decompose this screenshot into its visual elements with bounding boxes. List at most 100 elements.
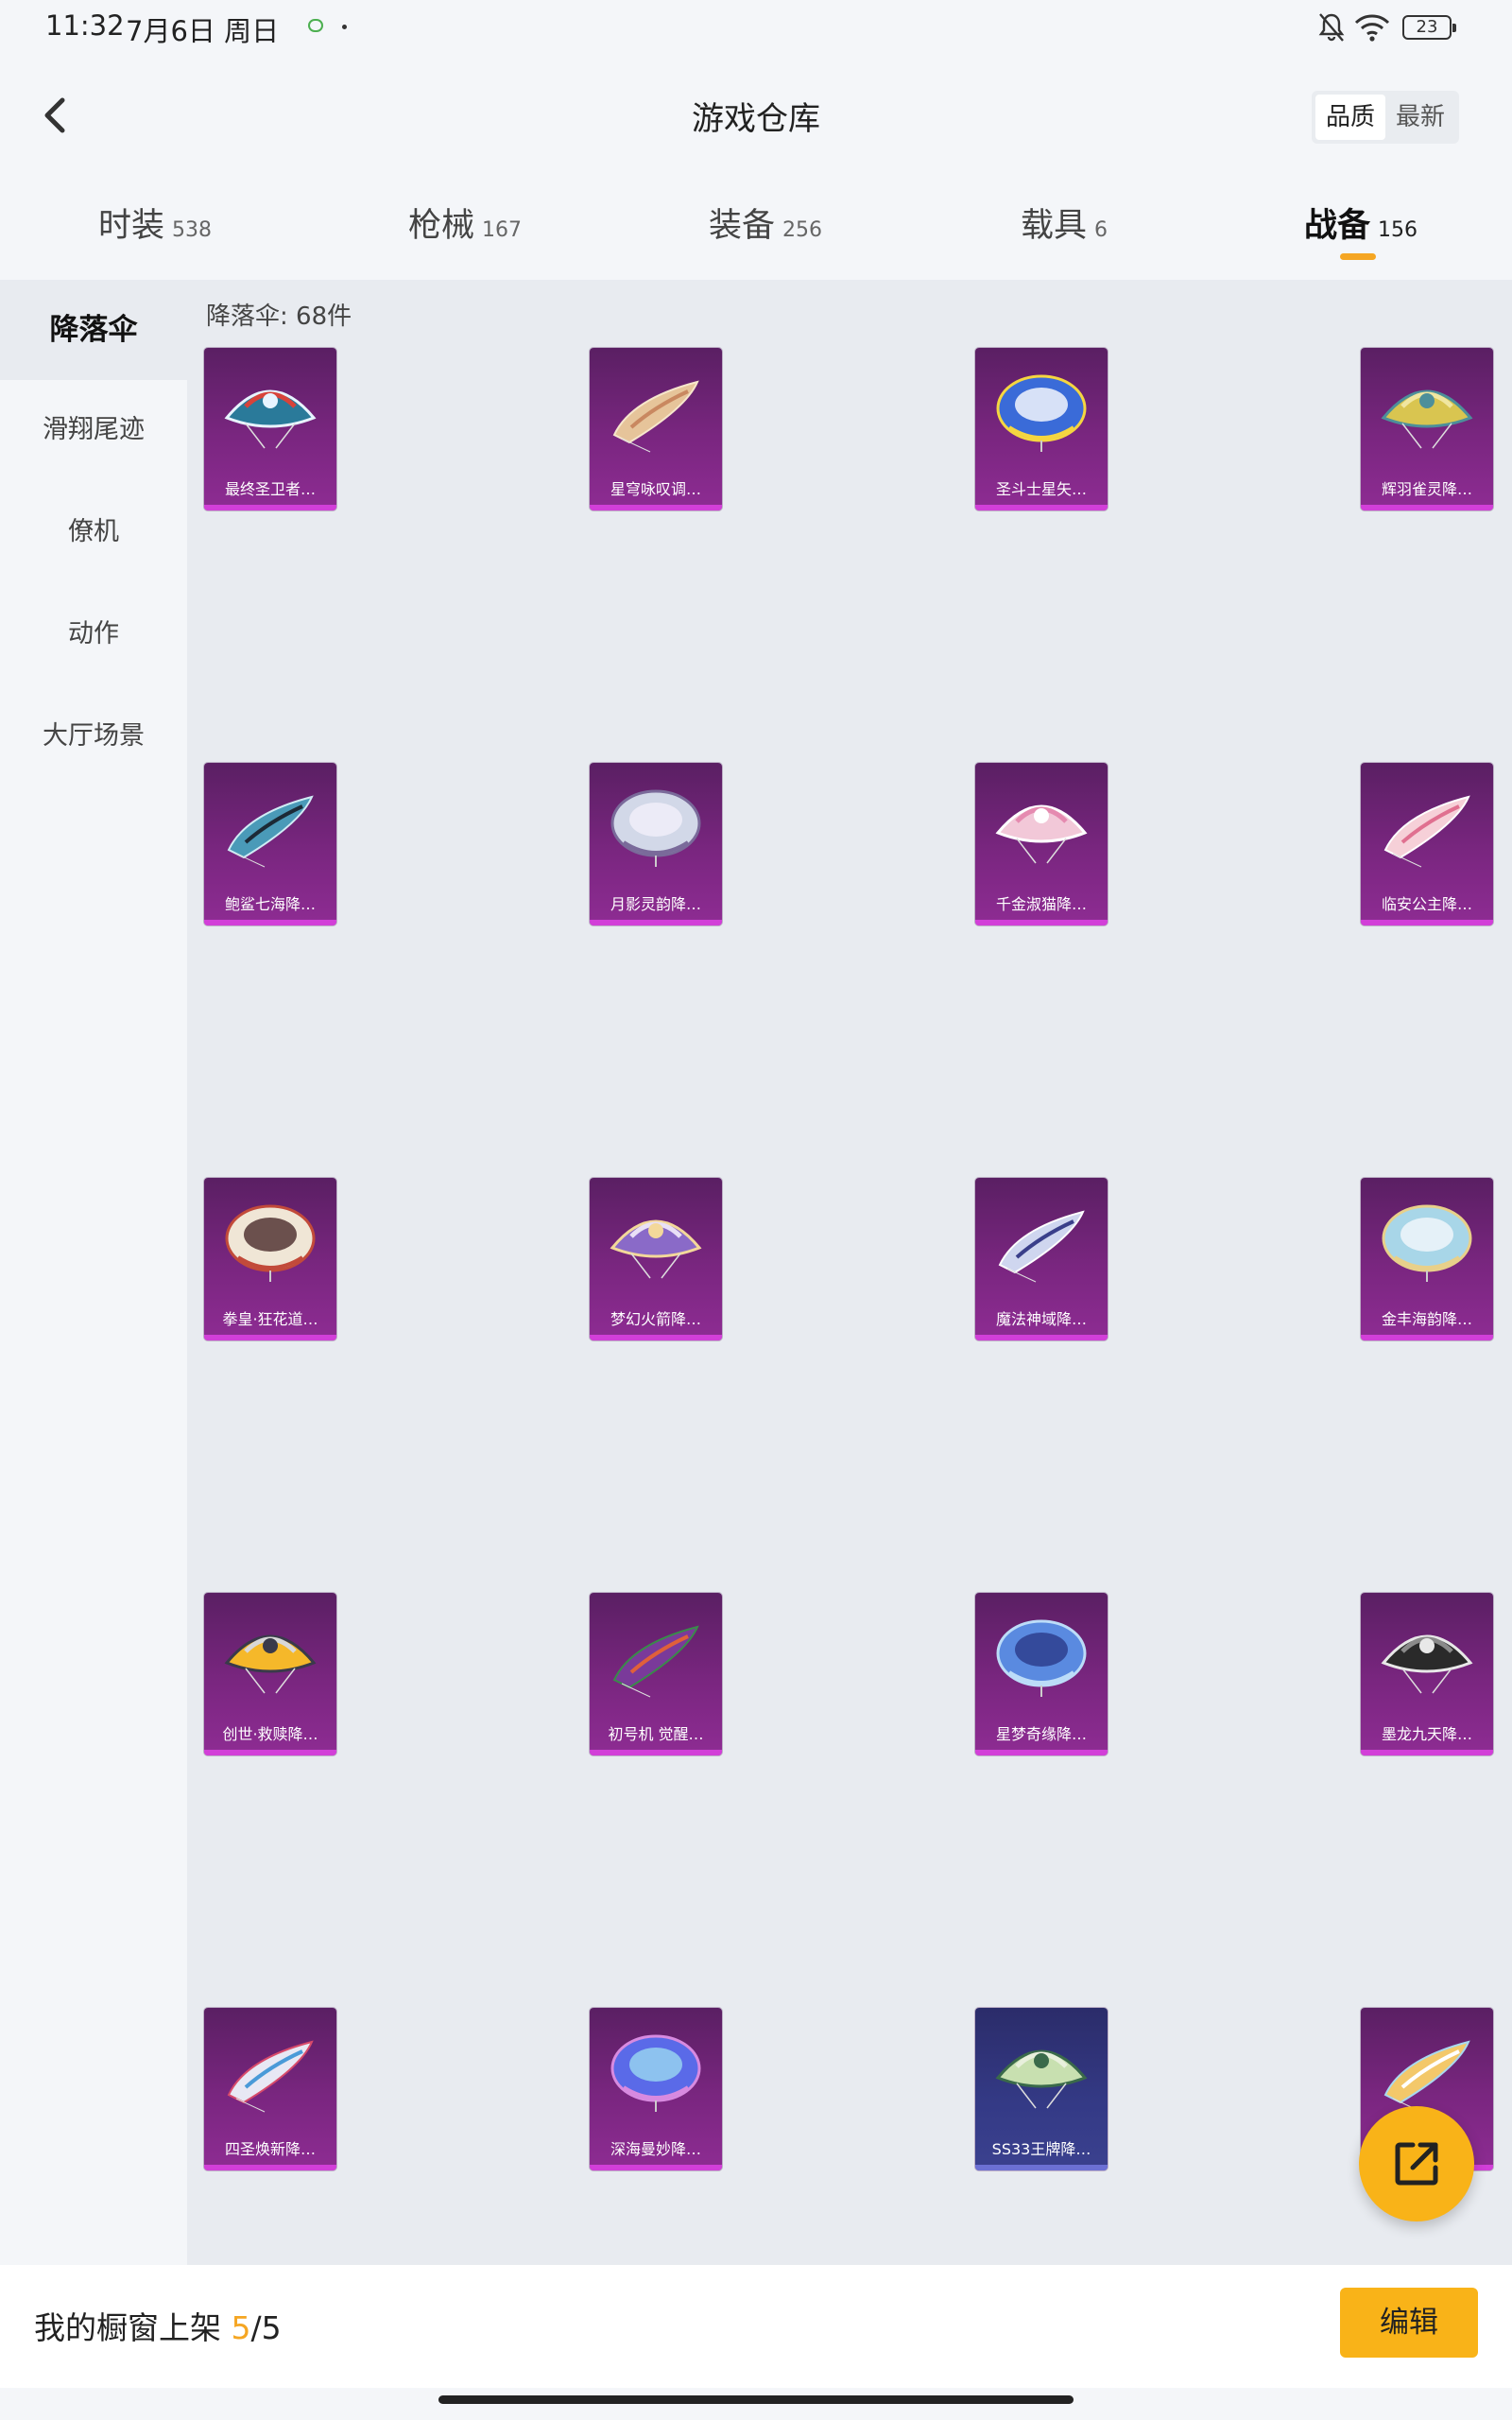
sidebar-item-wingman[interactable]: 僚机 (0, 482, 187, 582)
item-card[interactable]: 星梦奇缘降… (975, 1593, 1108, 1755)
parachute-image (225, 1204, 316, 1282)
status-time: 11:32 (45, 9, 125, 42)
item-card[interactable]: 魔法神域降… (975, 1178, 1108, 1340)
parachute-image (998, 1210, 1085, 1283)
share-icon (1395, 2142, 1438, 2186)
item-name: 初号机 觉醒… (608, 1725, 704, 1743)
parachute-image (224, 1634, 317, 1694)
item-card[interactable]: 拳皇·狂花道… (204, 1178, 336, 1340)
item-name: 月影灵韵降… (610, 895, 701, 913)
tab-label: 装备 (709, 207, 776, 245)
tab-outfits[interactable]: 时装 538 (98, 199, 212, 261)
parachute-image (610, 2034, 701, 2112)
wifi-icon (1354, 14, 1390, 42)
status-date: 7月6日 周日 (126, 15, 280, 47)
wechat-icon (308, 19, 323, 32)
item-card[interactable]: 四圣焕新降… (204, 2008, 336, 2170)
parachute-image (995, 804, 1088, 864)
showcase-bar: 我的橱窗上架 5/5 编辑 (0, 2265, 1512, 2388)
tab-label: 枪械 (408, 207, 475, 245)
item-name: 辉羽雀灵降… (1381, 480, 1472, 498)
bell-muted-icon (1318, 13, 1345, 42)
item-name: 创世·救赎降… (222, 1725, 318, 1743)
item-name: 深海曼妙降… (610, 2140, 701, 2158)
page-title: 游戏仓库 (692, 100, 820, 138)
tab-label: 时装 (98, 207, 165, 245)
tab-count: 6 (1094, 218, 1108, 242)
share-button[interactable] (1359, 2106, 1474, 2221)
item-card[interactable]: 星穹咏叹调… (590, 348, 722, 510)
notification-dot-icon (342, 25, 347, 29)
parachute-image (227, 2040, 314, 2113)
sidebar-item-glide-trail[interactable]: 滑翔尾迹 (0, 380, 187, 480)
item-card[interactable]: 金丰海韵降… (1361, 1178, 1493, 1340)
item-grid-panel: 降落伞: 68件 最终圣卫者… 星穹咏叹调… 圣斗士星矢… 辉羽雀灵降… 鲍鲨七… (187, 280, 1512, 2265)
sidebar-item-lobby-scene[interactable]: 大厅场景 (0, 686, 187, 786)
item-card[interactable]: 深海曼妙降… (590, 2008, 722, 2170)
tab-vehicles[interactable]: 载具 6 (1021, 199, 1108, 261)
tab-label: 战备 (1304, 207, 1371, 245)
tab-count: 167 (482, 218, 523, 242)
item-name: 千金淑猫降… (995, 895, 1087, 913)
item-name: SS33王牌降… (991, 2140, 1091, 2158)
active-tab-indicator (1340, 253, 1376, 260)
sort-latest-option[interactable]: 最新 (1385, 95, 1455, 140)
item-card[interactable]: 创世·救赎降… (204, 1593, 336, 1755)
item-name: 墨龙九天降… (1381, 1725, 1472, 1743)
edit-button[interactable]: 编辑 (1340, 2288, 1478, 2358)
parachute-image (996, 1619, 1087, 1697)
parachute-image (996, 374, 1087, 452)
back-icon[interactable] (32, 85, 85, 146)
parachute-image (612, 1625, 699, 1698)
item-name: 圣斗士星矢… (995, 480, 1087, 498)
battery-icon: 23 (1402, 15, 1456, 40)
tab-count: 538 (172, 218, 213, 242)
item-name: 金丰海韵降… (1381, 1310, 1472, 1328)
status-bar: 11:32 7月6日 周日 23 (0, 0, 1512, 55)
item-name: 四圣焕新降… (224, 2140, 316, 2158)
item-name: 鲍鲨七海降… (224, 895, 316, 913)
item-name: 临安公主降… (1381, 895, 1472, 913)
parachute-image (612, 380, 699, 453)
item-count-label: 降落伞: 68件 (206, 302, 352, 331)
item-card[interactable]: 梦幻火箭降… (590, 1178, 722, 1340)
tab-label: 载具 (1021, 207, 1088, 245)
showcase-status: 我的橱窗上架 5/5 (34, 2303, 282, 2348)
showcase-label: 我的橱窗上架 (34, 2309, 221, 2346)
tab-battle-gear[interactable]: 战备 156 (1304, 199, 1418, 261)
parachute-image (1381, 1634, 1473, 1694)
item-card[interactable]: 临安公主降… (1361, 763, 1493, 925)
item-card[interactable]: 初号机 觉醒… (590, 1593, 722, 1755)
tab-count: 256 (782, 218, 823, 242)
category-tabs: 时装 538 枪械 167 装备 256 载具 6 战备 156 (0, 180, 1512, 280)
item-card[interactable]: 鲍鲨七海降… (204, 763, 336, 925)
showcase-current-count: 5 (231, 2309, 251, 2346)
sidebar-item-parachute[interactable]: 降落伞 (0, 280, 187, 380)
item-card[interactable]: 最终圣卫者… (204, 348, 336, 510)
tab-weapons[interactable]: 枪械 167 (408, 199, 522, 261)
item-name: 梦幻火箭降… (610, 1310, 701, 1328)
item-card[interactable]: 圣斗士星矢… (975, 348, 1108, 510)
parachute-image (610, 789, 701, 867)
item-card[interactable]: 辉羽雀灵降… (1361, 348, 1493, 510)
item-name: 最终圣卫者… (224, 480, 316, 498)
item-card[interactable]: 墨龙九天降… (1361, 1593, 1493, 1755)
item-name: 魔法神域降… (995, 1310, 1087, 1328)
item-name: 拳皇·狂花道… (222, 1310, 318, 1328)
home-indicator[interactable] (438, 2395, 1074, 2404)
parachute-image (1383, 795, 1470, 868)
parachute-image (1383, 2040, 1470, 2113)
sidebar-item-emote[interactable]: 动作 (0, 584, 187, 684)
parachute-image (995, 2049, 1088, 2109)
item-name: 星梦奇缘降… (995, 1725, 1087, 1743)
sidebar: 降落伞 滑翔尾迹 僚机 动作 大厅场景 (0, 280, 187, 2265)
tab-equipment[interactable]: 装备 256 (709, 199, 822, 261)
item-card[interactable]: SS33王牌降… (975, 2008, 1108, 2170)
tab-count: 156 (1378, 218, 1418, 242)
item-card[interactable]: 月影灵韵降… (590, 763, 722, 925)
parachute-image (610, 1219, 702, 1279)
showcase-total-count: /5 (250, 2309, 282, 2346)
item-card[interactable]: 千金淑猫降… (975, 763, 1108, 925)
parachute-image (1382, 1204, 1472, 1282)
sort-quality-option[interactable]: 品质 (1315, 95, 1385, 140)
